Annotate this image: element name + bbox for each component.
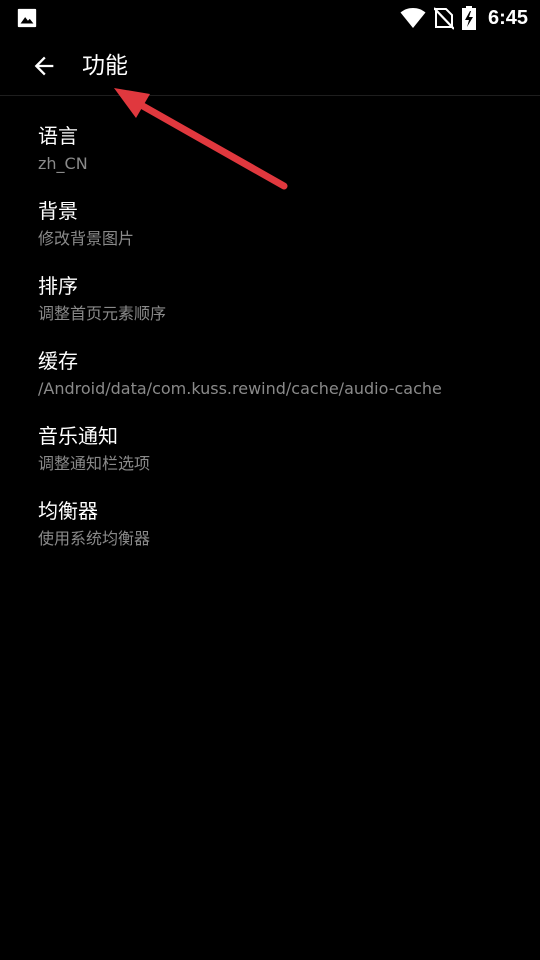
app-bar: 功能 — [0, 36, 540, 96]
setting-background[interactable]: 背景 修改背景图片 — [0, 171, 540, 248]
status-icons: 6:45 — [400, 0, 528, 36]
status-time: 6:45 — [487, 6, 528, 29]
setting-title: 音乐通知 — [38, 424, 118, 448]
arrow-back-icon — [34, 56, 54, 76]
setting-sort[interactable]: 排序 调整首页元素顺序 — [0, 246, 540, 323]
no-sim-icon — [433, 7, 454, 30]
setting-title: 语言 — [38, 124, 78, 148]
status-bar: 6:45 — [0, 0, 540, 36]
image-icon — [17, 8, 37, 28]
back-button[interactable] — [26, 50, 62, 82]
setting-language[interactable]: 语言 zh_CN — [0, 96, 540, 173]
setting-title: 背景 — [38, 199, 78, 223]
settings-list: 语言 zh_CN 背景 修改背景图片 排序 调整首页元素顺序 缓存 /Andro… — [0, 96, 540, 548]
wifi-icon — [400, 8, 426, 28]
setting-cache[interactable]: 缓存 /Android/data/com.kuss.rewind/cache/a… — [0, 321, 540, 398]
setting-title: 均衡器 — [38, 499, 98, 523]
setting-title: 缓存 — [38, 349, 78, 373]
setting-summary: 使用系统均衡器 — [38, 529, 151, 548]
setting-title: 排序 — [38, 274, 78, 298]
setting-equalizer[interactable]: 均衡器 使用系统均衡器 — [0, 471, 540, 548]
battery-charging-icon — [461, 6, 476, 30]
setting-music-notification[interactable]: 音乐通知 调整通知栏选项 — [0, 396, 540, 473]
page-title: 功能 — [82, 53, 128, 79]
